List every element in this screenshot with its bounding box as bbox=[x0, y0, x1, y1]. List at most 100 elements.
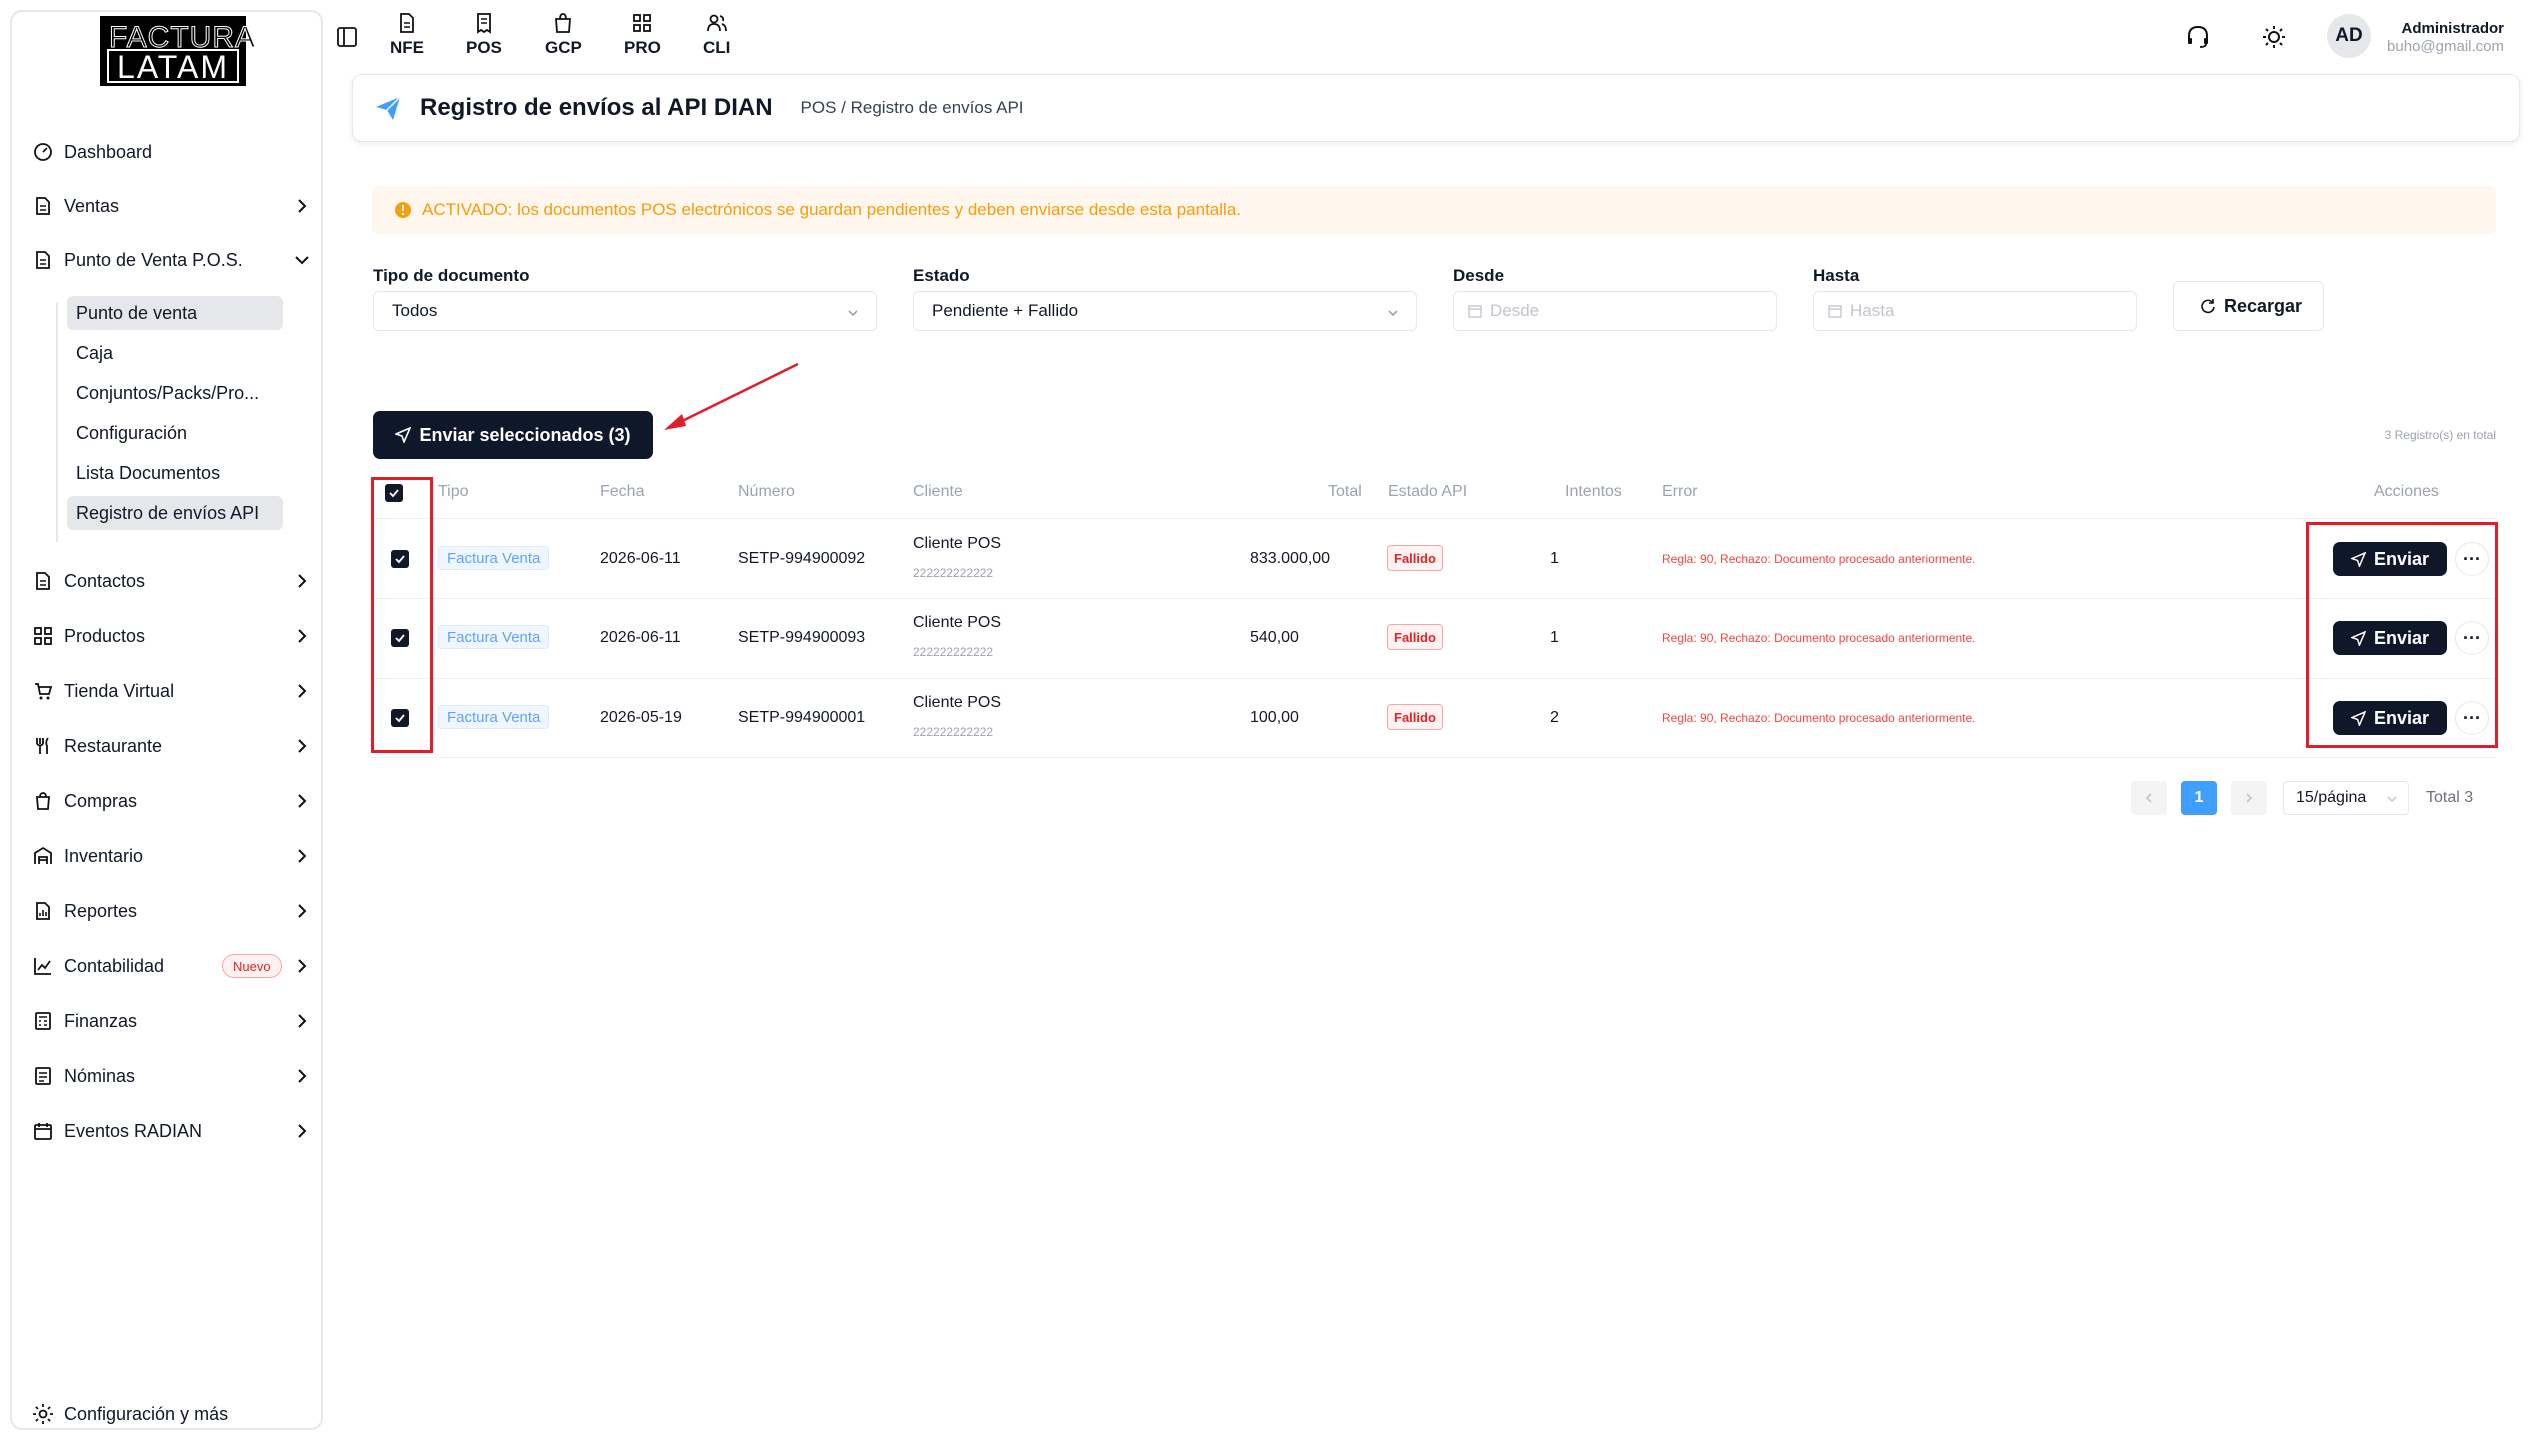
sidebar-item-compras[interactable]: Compras bbox=[32, 781, 312, 821]
header-divider bbox=[372, 518, 2496, 519]
document-icon bbox=[32, 249, 54, 271]
chevron-right-icon bbox=[298, 629, 307, 643]
headset-icon[interactable] bbox=[2185, 24, 2211, 50]
sun-icon[interactable] bbox=[2261, 24, 2287, 50]
page-button-current[interactable]: 1 bbox=[2181, 781, 2217, 815]
chevron-down-icon bbox=[848, 310, 858, 317]
sidebar-item-tienda-virtual[interactable]: Tienda Virtual bbox=[32, 671, 312, 711]
sidebar-subitem-conjuntos[interactable]: Conjuntos/Packs/Pro... bbox=[67, 376, 283, 410]
sidebar-item-restaurante[interactable]: Restaurante bbox=[32, 726, 312, 766]
sidebar-item-ventas[interactable]: Ventas bbox=[32, 186, 312, 226]
module-cli-button[interactable]: CLI bbox=[703, 12, 730, 58]
sidebar-subitem-registro-envios[interactable]: Registro de envíos API bbox=[67, 496, 283, 530]
payroll-icon bbox=[32, 1065, 54, 1087]
sidebar-item-productos[interactable]: Productos bbox=[32, 616, 312, 656]
page-size-select[interactable]: 15/página bbox=[2283, 781, 2409, 815]
sidebar-subitem-lista-documentos[interactable]: Lista Documentos bbox=[67, 456, 283, 490]
row-date: 2026-06-11 bbox=[600, 629, 681, 646]
gear-icon bbox=[32, 1403, 54, 1425]
sidebar-toggle-icon[interactable] bbox=[336, 26, 358, 48]
module-gcp-button[interactable]: GCP bbox=[545, 12, 582, 58]
col-header-number: Número bbox=[738, 483, 795, 500]
doc-type-tag: Factura Venta bbox=[438, 705, 550, 729]
sidebar-subitem-caja[interactable]: Caja bbox=[67, 336, 283, 370]
sidebar-item-inventario[interactable]: Inventario bbox=[32, 836, 312, 876]
col-header-actions: Acciones bbox=[2374, 483, 2439, 500]
doc-type-label: Tipo de documento bbox=[373, 266, 530, 285]
logo-line2: LATAM bbox=[107, 49, 239, 83]
settings-and-more[interactable]: Configuración y más bbox=[32, 1394, 312, 1434]
sidebar-item-contactos[interactable]: Contactos bbox=[32, 561, 312, 601]
sidebar-item-dashboard[interactable]: Dashboard bbox=[32, 132, 312, 172]
chevron-right-icon bbox=[298, 1124, 307, 1138]
grid-icon bbox=[32, 625, 54, 647]
records-count: 3 Registro(s) en total bbox=[2384, 428, 2496, 442]
chevron-right-icon bbox=[298, 904, 307, 918]
row-total: 833.000,00 bbox=[1250, 550, 1331, 567]
sidebar-item-label: Punto de Venta P.O.S. bbox=[64, 249, 243, 270]
row-divider bbox=[372, 757, 2496, 758]
factura-latam-logo[interactable]: FACTURA LATAM bbox=[100, 16, 256, 86]
sidebar-item-nominas[interactable]: Nóminas bbox=[32, 1056, 312, 1096]
sidebar-item-label: Nóminas bbox=[64, 1065, 136, 1086]
send-icon bbox=[395, 427, 412, 443]
calendar-icon bbox=[1468, 305, 1482, 318]
sidebar-subitem-configuracion[interactable]: Configuración bbox=[67, 416, 283, 450]
annotation-box-actions bbox=[2306, 522, 2498, 748]
prev-page-button[interactable] bbox=[2131, 781, 2167, 815]
file-icon bbox=[400, 13, 414, 33]
chevron-left-icon bbox=[2145, 793, 2152, 803]
pagination-total: Total 3 bbox=[2426, 789, 2474, 806]
chevron-right-icon bbox=[2246, 793, 2253, 803]
sidebar-item-label: Inventario bbox=[64, 845, 144, 866]
sidebar-item-label: Contactos bbox=[64, 570, 146, 591]
warehouse-icon bbox=[32, 845, 54, 867]
module-label: GCP bbox=[545, 38, 582, 57]
module-label: CLI bbox=[703, 38, 731, 57]
row-date: 2026-06-11 bbox=[600, 550, 681, 567]
user-name: Administrador bbox=[2401, 20, 2504, 37]
reload-button[interactable]: Recargar bbox=[2173, 281, 2324, 331]
sidebar-item-label: Reportes bbox=[64, 900, 138, 921]
send-selected-button[interactable]: Enviar seleccionados (3) bbox=[373, 411, 653, 459]
col-header-total: Total bbox=[1328, 483, 1362, 500]
status-badge: Fallido bbox=[1387, 704, 1443, 730]
user-email: buho@gmail.com bbox=[2387, 38, 2504, 55]
row-number: SETP-994900092 bbox=[738, 550, 866, 567]
sidebar-item-finanzas[interactable]: Finanzas bbox=[32, 1001, 312, 1041]
chevron-right-icon bbox=[298, 849, 307, 863]
row-total: 100,00 bbox=[1250, 709, 1299, 726]
sidebar-item-label: Dashboard bbox=[64, 141, 153, 162]
info-alert: ACTIVADO: los documentos POS electrónico… bbox=[372, 186, 2496, 234]
document-icon bbox=[32, 195, 54, 217]
sidebar-item-label: Finanzas bbox=[64, 1010, 138, 1031]
module-nfe-button[interactable]: NFE bbox=[390, 12, 424, 58]
status-select[interactable]: Pendiente + Fallido bbox=[913, 291, 1417, 331]
module-pro-button[interactable]: PRO bbox=[624, 12, 661, 58]
doc-type-value: Todos bbox=[392, 301, 438, 320]
sidebar-item-eventos-radian[interactable]: Eventos RADIAN bbox=[32, 1111, 312, 1151]
module-label: POS bbox=[466, 38, 502, 57]
from-date-input[interactable]: Desde bbox=[1453, 291, 1777, 331]
sidebar-subitem-punto-de-venta[interactable]: Punto de venta bbox=[67, 296, 283, 330]
row-total: 540,00 bbox=[1250, 629, 1299, 646]
module-label: PRO bbox=[624, 38, 661, 57]
grid-icon bbox=[633, 14, 652, 32]
col-header-attempts: Intentos bbox=[1565, 483, 1622, 500]
doc-type-select[interactable]: Todos bbox=[373, 291, 877, 331]
avatar[interactable]: AD bbox=[2327, 14, 2371, 58]
module-pos-button[interactable]: POS bbox=[466, 12, 502, 58]
chevron-right-icon bbox=[298, 199, 307, 213]
paper-plane-icon bbox=[376, 96, 401, 120]
sidebar-item-reportes[interactable]: Reportes bbox=[32, 891, 312, 931]
sidebar-item-label: Tienda Virtual bbox=[64, 680, 175, 701]
col-header-api-status: Estado API bbox=[1388, 483, 1468, 500]
send-selected-label: Enviar seleccionados (3) bbox=[419, 424, 631, 445]
row-client-id: 222222222222 bbox=[913, 645, 994, 659]
next-page-button[interactable] bbox=[2231, 781, 2267, 815]
calendar-icon bbox=[32, 1120, 54, 1142]
settings-label: Configuración y más bbox=[64, 1403, 229, 1424]
calendar-icon bbox=[1828, 305, 1842, 318]
to-date-input[interactable]: Hasta bbox=[1813, 291, 2137, 331]
sidebar-item-pos[interactable]: Punto de Venta P.O.S. bbox=[32, 240, 312, 280]
